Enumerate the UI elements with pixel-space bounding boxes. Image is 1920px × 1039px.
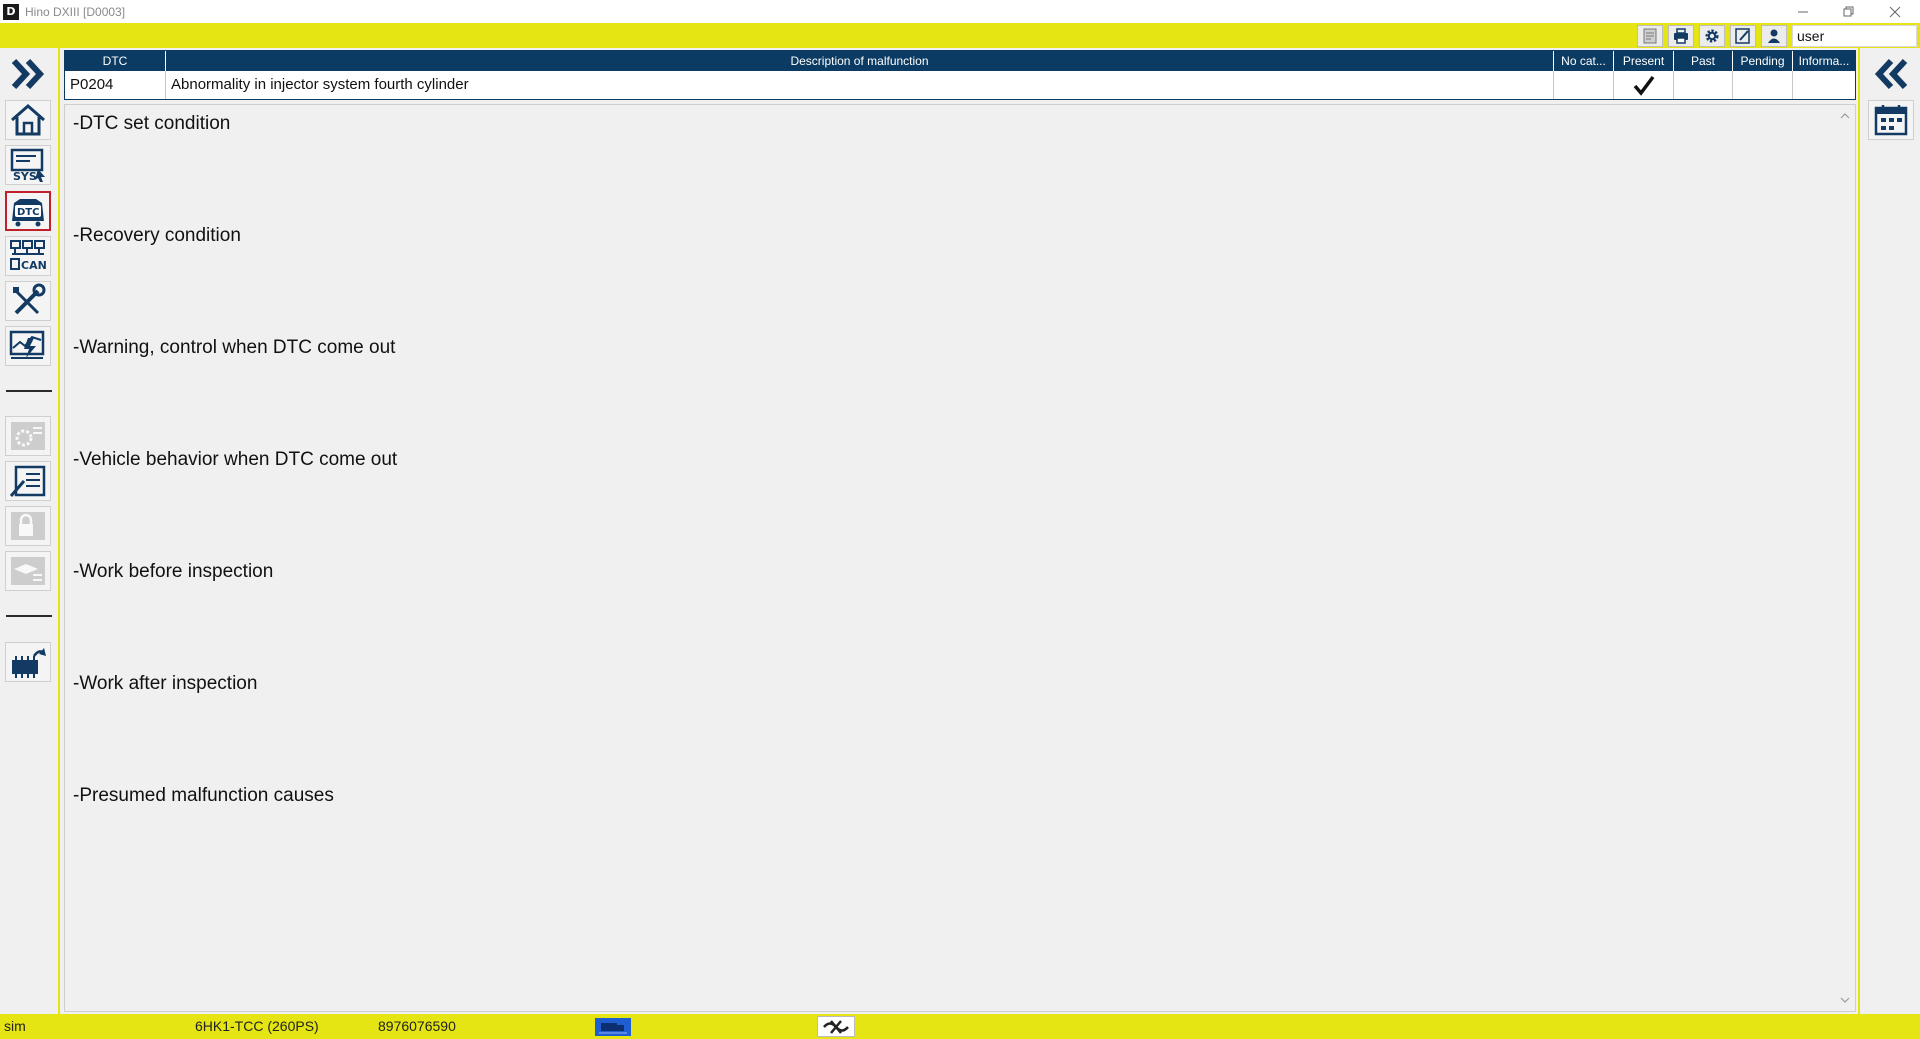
settings-disabled-button[interactable] (5, 416, 51, 456)
monitor-icon (9, 330, 45, 359)
dtc-detail-panel: -DTC set condition -Recovery condition -… (64, 104, 1856, 1012)
title-bar: D Hino DXIII [D0003] (0, 0, 1920, 23)
home-icon (11, 104, 45, 136)
training-disabled-button[interactable] (5, 551, 51, 591)
checklist-icon (9, 465, 46, 497)
restore-icon (1843, 6, 1854, 16)
serial-number-label: 8976076590 (378, 1018, 456, 1034)
section-warning-control: -Warning, control when DTC come out (73, 337, 396, 358)
past-cell (1674, 71, 1733, 99)
calendar-icon (1874, 105, 1908, 136)
left-sidebar: SYS DTC CAN (0, 48, 60, 1014)
column-header-dtc[interactable]: DTC (65, 51, 166, 71)
edit-icon (1735, 28, 1750, 44)
tools-icon (13, 283, 46, 315)
minimize-button[interactable] (1780, 0, 1826, 23)
description-cell: Abnormality in injector system fourth cy… (166, 71, 1554, 99)
home-button[interactable] (5, 100, 51, 140)
training-icon (11, 557, 45, 585)
collapse-panel-button[interactable] (1868, 54, 1914, 94)
svg-text:SYS: SYS (13, 170, 37, 183)
table-header-row: DTC Description of malfunction No cat...… (65, 51, 1855, 71)
window-title: Hino DXIII [D0003] (25, 4, 126, 19)
dtc-icon: DTC (12, 199, 44, 227)
checkmark-icon (1633, 75, 1654, 96)
calendar-button[interactable] (1868, 100, 1914, 140)
can-icon: CAN (10, 240, 47, 272)
truck-connection-icon (595, 1017, 631, 1036)
table-row[interactable]: P0204 Abnormality in injector system fou… (65, 71, 1855, 99)
user-name-field: user (1792, 25, 1917, 47)
reprogram-button[interactable] (5, 642, 51, 682)
section-presumed-causes: -Presumed malfunction causes (73, 785, 334, 806)
settings-button[interactable] (1699, 25, 1725, 47)
top-toolbar: user (0, 23, 1920, 48)
ecu-icon (12, 648, 46, 678)
pending-cell (1733, 71, 1793, 99)
disconnected-icon (823, 1019, 849, 1034)
double-chevron-right-icon (11, 58, 45, 90)
edit-button[interactable] (1730, 25, 1756, 47)
column-header-past[interactable]: Past (1674, 51, 1733, 71)
expand-menu-button[interactable] (5, 54, 51, 94)
close-button[interactable] (1872, 0, 1918, 23)
right-sidebar (1858, 48, 1920, 1014)
column-header-present[interactable]: Present (1614, 51, 1674, 71)
svg-text:DTC: DTC (17, 207, 39, 218)
can-button[interactable]: CAN (5, 236, 51, 276)
dtc-table: DTC Description of malfunction No cat...… (64, 50, 1856, 100)
report-icon (1643, 28, 1657, 44)
double-chevron-left-icon (1874, 58, 1908, 90)
data-monitor-button[interactable] (5, 326, 51, 366)
dtc-button[interactable]: DTC (5, 191, 51, 231)
section-vehicle-behavior: -Vehicle behavior when DTC come out (73, 449, 398, 470)
sidebar-separator (6, 390, 52, 392)
minimize-icon (1798, 11, 1808, 12)
column-header-pending[interactable]: Pending (1733, 51, 1793, 71)
vertical-scrollbar[interactable] (1837, 107, 1853, 1009)
report-button[interactable] (1637, 25, 1663, 47)
gear-icon (1705, 29, 1719, 43)
system-select-button[interactable]: SYS (5, 145, 51, 185)
close-icon (1889, 6, 1901, 17)
sidebar-separator (6, 615, 52, 617)
sys-icon: SYS (10, 148, 45, 183)
scroll-up-icon[interactable] (1840, 111, 1850, 121)
lock-icon (11, 512, 45, 540)
disconnect-status[interactable] (817, 1016, 855, 1037)
user-icon (1768, 29, 1780, 43)
present-cell (1614, 71, 1674, 99)
tools-button[interactable] (5, 281, 51, 321)
no-category-cell (1554, 71, 1614, 99)
column-header-information[interactable]: Informa... (1793, 51, 1855, 71)
section-recovery-condition: -Recovery condition (73, 225, 241, 246)
vehicle-connection-status[interactable] (594, 1016, 632, 1037)
status-bar: sim 6HK1-TCC (260PS) 8976076590 (0, 1014, 1920, 1039)
column-header-no-category[interactable]: No cat... (1554, 51, 1614, 71)
svg-text:CAN: CAN (21, 259, 47, 272)
section-work-before-inspection: -Work before inspection (73, 561, 274, 582)
print-button[interactable] (1668, 25, 1694, 47)
print-icon (1674, 28, 1688, 44)
app-logo: D (3, 3, 19, 20)
column-header-description[interactable]: Description of malfunction (166, 51, 1554, 71)
restore-button[interactable] (1826, 0, 1872, 23)
work-support-button[interactable] (5, 461, 51, 501)
mode-label: sim (4, 1018, 26, 1034)
scroll-down-icon[interactable] (1840, 995, 1850, 1005)
lock-disabled-button[interactable] (5, 506, 51, 546)
section-work-after-inspection: -Work after inspection (73, 673, 258, 694)
dtc-code-cell: P0204 (65, 71, 166, 99)
information-cell (1793, 71, 1855, 99)
settings-icon (11, 422, 45, 450)
user-button[interactable] (1761, 25, 1787, 47)
section-dtc-set-condition: -DTC set condition (73, 113, 231, 134)
engine-model-label: 6HK1-TCC (260PS) (195, 1018, 319, 1034)
